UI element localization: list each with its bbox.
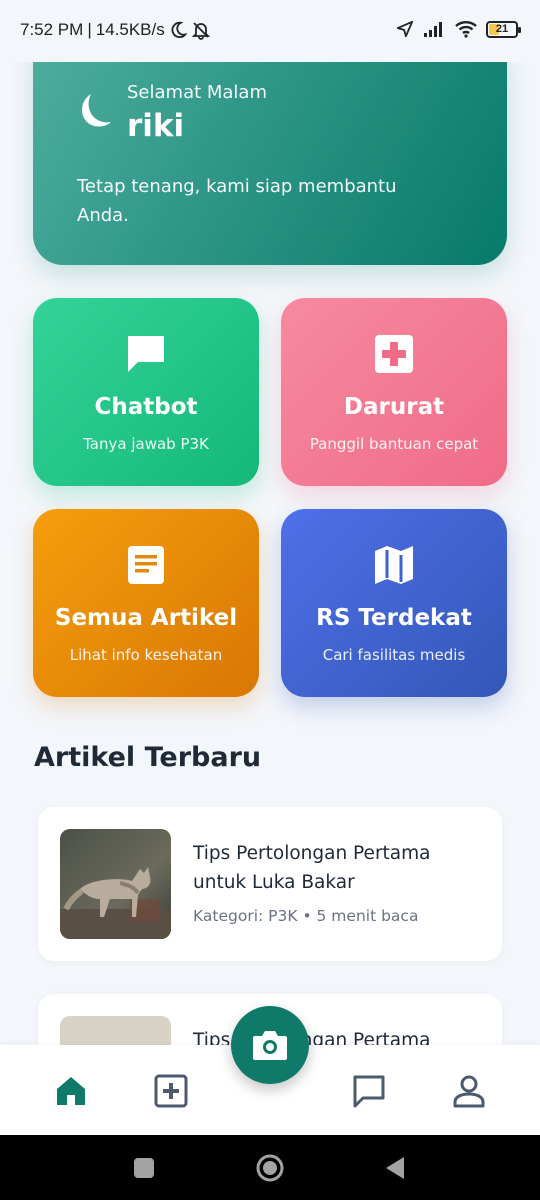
chat-bubble-icon [128,336,164,372]
article-thumbnail [60,829,171,939]
chat-icon[interactable] [351,1073,387,1109]
moon-status-icon [171,21,187,39]
status-left: 7:52 PM | 14.5KB/s [20,20,211,40]
nearest-hospital-desc: Cari fasilitas medis [322,646,466,664]
chatbot-tile[interactable]: Chatbot Tanya jawab P3K [33,298,259,486]
article-title: Tips Pertolongan Pertama untuk Luka Baka… [193,843,431,893]
map-icon [375,546,413,584]
status-time: 7:52 PM [20,20,84,39]
status-separator: | [87,20,92,39]
article-card[interactable]: Tips Pertolongan Pertama untuk Luka Baka… [38,807,502,961]
health-icon[interactable] [153,1073,189,1109]
all-articles-desc: Lihat info kesehatan [69,646,223,664]
nearest-hospital-title: RS Terdekat [316,605,472,631]
status-bar: 7:52 PM | 14.5KB/s 21 [0,0,540,62]
chatbot-title: Chatbot [94,394,198,420]
camera-button[interactable] [231,1006,309,1084]
greeting-subtitle: Selamat Malam [127,82,268,103]
signal-icon [424,22,442,37]
latest-articles-heading: Artikel Terbaru [34,742,262,773]
battery-icon: 21 [486,20,521,38]
all-articles-tile[interactable]: Semua Artikel Lihat info kesehatan [33,509,259,697]
emergency-title: Darurat [343,394,445,420]
greeting-card: Selamat Malam riki Tetap tenang, kami si… [33,32,507,265]
home-icon[interactable] [53,1073,89,1109]
system-navigation-bar [0,1135,540,1200]
profile-icon[interactable] [451,1073,487,1109]
all-articles-title: Semua Artikel [54,605,238,631]
battery-level: 21 [495,23,509,35]
bell-off-icon [191,22,210,40]
status-right: 21 [396,20,521,38]
wifi-icon [455,21,477,38]
medical-cross-icon [375,335,413,373]
article-meta: Kategori: P3K • 5 menit baca [193,907,419,925]
nearest-hospital-tile[interactable]: RS Terdekat Cari fasilitas medis [281,509,507,697]
camera-icon [253,1031,287,1060]
chatbot-desc: Tanya jawab P3K [83,435,209,453]
status-speed: 14.5KB/s [95,20,165,39]
home-button-icon[interactable] [255,1153,285,1183]
back-icon[interactable] [384,1155,406,1181]
emergency-desc: Panggil bantuan cepat [309,435,479,453]
emergency-tile[interactable]: Darurat Panggil bantuan cepat [281,298,507,486]
greeting-message: Tetap tenang, kami siap membantu Anda. [77,176,397,226]
location-arrow-icon [396,20,414,38]
moon-night-icon [82,94,111,127]
greeting-username: riki [127,108,185,144]
article-icon [128,546,164,584]
recent-apps-icon[interactable] [132,1156,156,1180]
